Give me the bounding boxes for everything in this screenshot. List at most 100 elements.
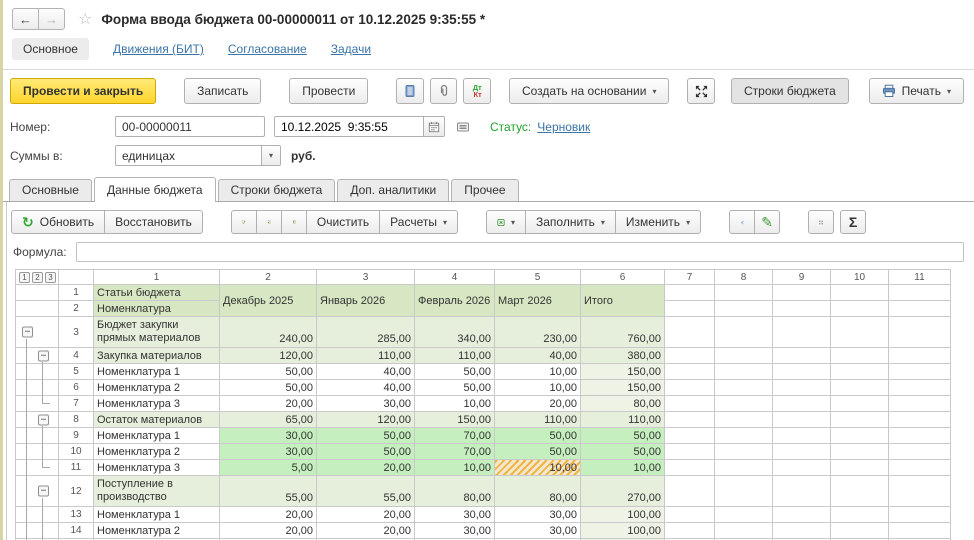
cell-value[interactable]: 20,00	[220, 396, 317, 412]
sums-select[interactable]: единицах ▾	[115, 145, 281, 166]
column-header[interactable]: 9	[773, 270, 831, 285]
fill-button[interactable]: Заполнить▾	[525, 210, 616, 234]
cell-name[interactable]: Номенклатура 1	[94, 364, 220, 380]
cell-value[interactable]: 10,00	[495, 380, 581, 396]
empty-cell[interactable]	[831, 396, 889, 412]
calendar-button[interactable]	[423, 117, 444, 136]
cell-name[interactable]: Бюджет закупки прямых материалов	[94, 317, 220, 348]
empty-cell[interactable]	[889, 460, 951, 476]
empty-cell[interactable]	[715, 444, 773, 460]
empty-cell[interactable]	[715, 507, 773, 523]
empty-cell[interactable]	[831, 444, 889, 460]
cell-value[interactable]: 30,00	[220, 444, 317, 460]
cell-value[interactable]: 240,00	[220, 317, 317, 348]
empty-cell[interactable]	[773, 523, 831, 539]
empty-cell[interactable]	[665, 460, 715, 476]
empty-cell[interactable]	[715, 412, 773, 428]
change-button[interactable]: Изменить▾	[615, 210, 701, 234]
empty-cell[interactable]	[889, 364, 951, 380]
empty-cell[interactable]	[831, 301, 889, 317]
cell-value[interactable]: 10,00	[495, 460, 581, 476]
empty-cell[interactable]	[831, 317, 889, 348]
tab-inactive[interactable]: Строки бюджета	[218, 179, 336, 201]
budget-lines-button[interactable]: Строки бюджета	[731, 78, 849, 104]
cell-value[interactable]: 50,00	[220, 380, 317, 396]
cell-value[interactable]: 100,00	[581, 523, 665, 539]
month-header-cell[interactable]: Декабрь 2025	[220, 285, 317, 317]
empty-cell[interactable]	[665, 523, 715, 539]
cell-name[interactable]: Закупка материалов	[94, 348, 220, 364]
tab-inactive[interactable]: Прочее	[451, 179, 518, 201]
cell-value[interactable]: 10,00	[581, 460, 665, 476]
cell-value[interactable]: 40,00	[317, 380, 415, 396]
cell-value[interactable]: 80,00	[581, 396, 665, 412]
cell-value[interactable]: 30,00	[220, 428, 317, 444]
cell-value[interactable]: 30,00	[415, 507, 495, 523]
tab-inactive[interactable]: Доп. аналитики	[337, 179, 449, 201]
empty-cell[interactable]	[831, 285, 889, 301]
empty-cell[interactable]	[889, 317, 951, 348]
cell-value[interactable]: 50,00	[317, 428, 415, 444]
cell-value[interactable]: 150,00	[581, 380, 665, 396]
row-number[interactable]: 12	[59, 476, 94, 507]
empty-cell[interactable]	[831, 380, 889, 396]
empty-cell[interactable]	[715, 460, 773, 476]
empty-cell[interactable]	[715, 523, 773, 539]
row-number[interactable]: 4	[59, 348, 94, 364]
empty-cell[interactable]	[665, 348, 715, 364]
cell-value[interactable]: 110,00	[317, 348, 415, 364]
load-doc-button[interactable]	[281, 210, 307, 234]
post-and-close-button[interactable]: Провести и закрыть	[10, 78, 156, 104]
empty-cell[interactable]	[773, 460, 831, 476]
fullscreen-button[interactable]	[687, 78, 715, 104]
cell-value[interactable]: 110,00	[495, 412, 581, 428]
header-label-cell[interactable]: Статьи бюджета	[94, 285, 220, 301]
cell-value[interactable]: 230,00	[495, 317, 581, 348]
cell-value[interactable]: 50,00	[581, 444, 665, 460]
cell-value[interactable]: 20,00	[317, 523, 415, 539]
empty-cell[interactable]	[831, 364, 889, 380]
empty-cell[interactable]	[773, 428, 831, 444]
empty-cell[interactable]	[665, 412, 715, 428]
column-header[interactable]: 10	[831, 270, 889, 285]
row-number[interactable]: 1	[59, 285, 94, 301]
print-button[interactable]: Печать▾	[869, 78, 964, 104]
column-header[interactable]: 2	[220, 270, 317, 285]
tab-active[interactable]: Данные бюджета	[94, 177, 216, 202]
row-number[interactable]: 14	[59, 523, 94, 539]
row-number[interactable]: 2	[59, 301, 94, 317]
row-number[interactable]: 10	[59, 444, 94, 460]
cell-value[interactable]: 30,00	[495, 507, 581, 523]
row-number[interactable]: 7	[59, 396, 94, 412]
empty-cell[interactable]	[665, 317, 715, 348]
cell-value[interactable]: 50,00	[317, 444, 415, 460]
cell-name[interactable]: Номенклатура 2	[94, 523, 220, 539]
row-number[interactable]: 8	[59, 412, 94, 428]
calculations-button[interactable]: Расчеты▾	[379, 210, 458, 234]
cell-value[interactable]: 760,00	[581, 317, 665, 348]
post-button[interactable]: Провести	[289, 78, 368, 104]
cell-value[interactable]: 30,00	[317, 396, 415, 412]
cell-value[interactable]: 150,00	[581, 364, 665, 380]
header-label-cell[interactable]: Номенклатура	[94, 301, 220, 317]
empty-cell[interactable]	[831, 523, 889, 539]
date-input[interactable]	[275, 117, 423, 136]
tab-inactive[interactable]: Основные	[9, 179, 92, 201]
empty-cell[interactable]	[889, 412, 951, 428]
cell-value[interactable]: 50,00	[495, 444, 581, 460]
empty-cell[interactable]	[773, 380, 831, 396]
empty-cell[interactable]	[715, 364, 773, 380]
nav-tab-link[interactable]: Задачи	[331, 42, 371, 56]
empty-cell[interactable]	[665, 396, 715, 412]
cell-value[interactable]: 80,00	[415, 476, 495, 507]
column-header[interactable]: 5	[495, 270, 581, 285]
cell-value[interactable]: 70,00	[415, 444, 495, 460]
cell-value[interactable]: 70,00	[415, 428, 495, 444]
formula-input[interactable]	[76, 242, 964, 262]
row-number[interactable]: 9	[59, 428, 94, 444]
cell-name[interactable]: Остаток материалов	[94, 412, 220, 428]
write-button[interactable]: Записать	[184, 78, 261, 104]
cell-value[interactable]: 20,00	[220, 523, 317, 539]
empty-cell[interactable]	[773, 348, 831, 364]
forward-button[interactable]: →	[38, 8, 65, 30]
